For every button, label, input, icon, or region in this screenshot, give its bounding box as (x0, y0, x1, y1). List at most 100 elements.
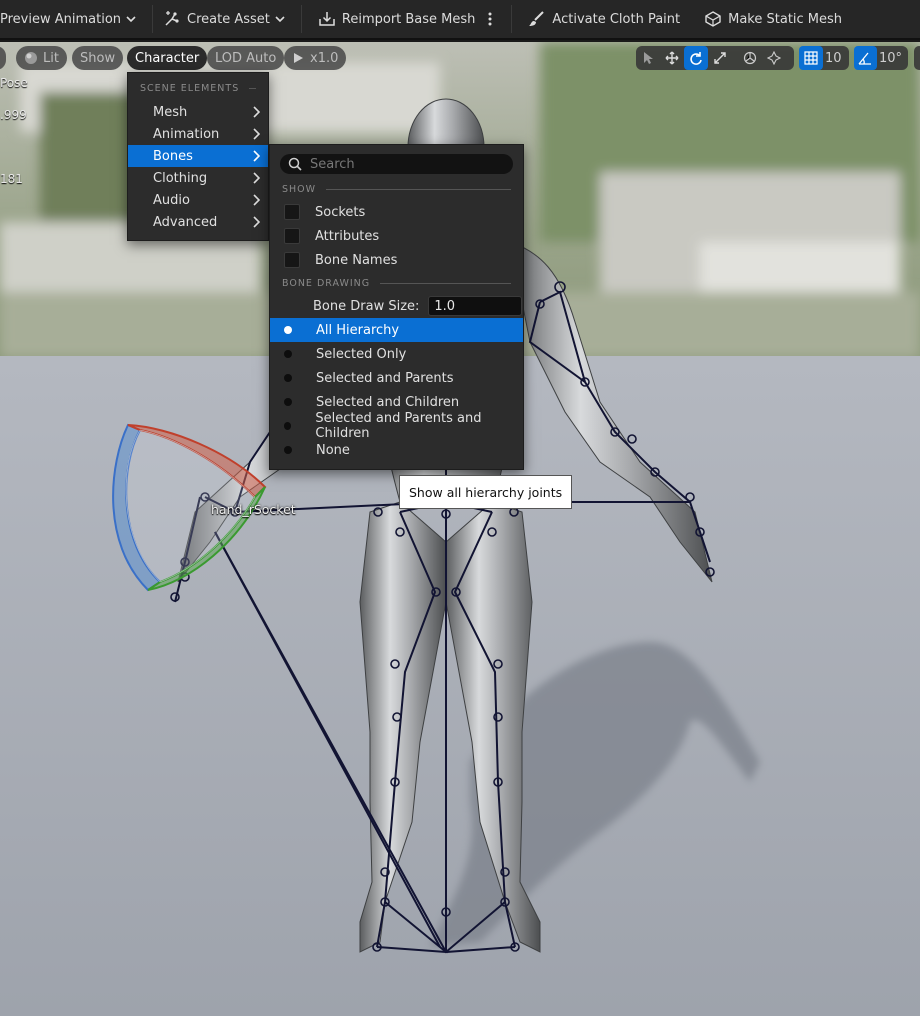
show-label: Show (80, 50, 116, 66)
option-label: Selected and Children (316, 394, 460, 410)
preview-animation-dropdown[interactable]: Preview Animation (0, 0, 152, 39)
scale-snap-control[interactable] (914, 46, 920, 70)
option-selected-only[interactable]: Selected Only (270, 342, 523, 366)
grid-snap-toggle[interactable] (799, 46, 823, 70)
chevron-right-icon (253, 150, 260, 162)
angle-snap-control[interactable]: 10° (854, 46, 908, 70)
show-header: SHOW (270, 180, 523, 198)
chevron-right-icon (253, 128, 260, 140)
snap-icon (767, 51, 781, 65)
menu-item-audio[interactable]: Audio (128, 189, 268, 211)
menu-item-advanced[interactable]: Advanced (128, 211, 268, 233)
bone-draw-size-input[interactable]: 1.0 (428, 296, 523, 316)
stat-pose: Pose (0, 76, 28, 90)
more-options-icon[interactable] (485, 11, 495, 27)
menu-item-animation[interactable]: Animation (128, 123, 268, 145)
show-header-label: SHOW (282, 183, 317, 195)
lod-button[interactable]: LOD Auto (207, 46, 285, 70)
socket-label: hand_rSocket (211, 502, 296, 517)
bone-names-checkbox[interactable] (284, 252, 300, 268)
character-menu: SCENE ELEMENTS Mesh Animation Bones Clot… (127, 72, 269, 241)
option-selected-parents-children[interactable]: Selected and Parents and Children (270, 411, 523, 441)
stat-value: .999 (0, 108, 27, 122)
header-divider (249, 87, 256, 89)
activate-cloth-paint-button[interactable]: Activate Cloth Paint (512, 0, 690, 39)
chevron-right-icon (253, 106, 260, 118)
show-button[interactable]: Show (72, 46, 124, 70)
grid-snap-control[interactable]: 10 (799, 46, 849, 70)
translate-mode-button[interactable] (660, 46, 684, 70)
stat-value: 181 (0, 172, 23, 186)
menu-item-label: Clothing (153, 170, 208, 186)
option-label: None (316, 442, 350, 458)
header-divider (380, 282, 511, 284)
bone-drawing-header-label: BONE DRAWING (282, 277, 371, 289)
cursor-icon (644, 52, 653, 64)
character-button[interactable]: Character (127, 46, 208, 70)
toolbar: Preview Animation Create Asset Reimport … (0, 0, 920, 40)
make-static-mesh-button[interactable]: Make Static Mesh (690, 0, 852, 39)
play-icon (294, 53, 303, 63)
chevron-right-icon (253, 172, 260, 184)
attributes-checkbox-item[interactable]: Attributes (270, 224, 523, 248)
grid-icon (804, 51, 818, 65)
lit-mode-button[interactable]: Lit (16, 46, 67, 70)
surface-snap-button[interactable] (762, 46, 786, 70)
menu-item-label: Advanced (153, 214, 218, 230)
reimport-icon (319, 12, 335, 26)
radio-dot (284, 326, 292, 334)
paint-brush-icon (529, 11, 545, 26)
create-asset-dropdown[interactable]: Create Asset (153, 0, 301, 39)
bone-draw-size-row: Bone Draw Size: 1.0 (270, 294, 523, 318)
radio-dot (284, 350, 292, 358)
search-input[interactable]: Search (280, 154, 513, 174)
chevron-right-icon (253, 194, 260, 206)
bone-draw-size-value: 1.0 (434, 298, 456, 314)
lod-label: LOD Auto (215, 50, 277, 66)
angle-snap-toggle[interactable] (854, 46, 877, 70)
select-mode-button[interactable] (636, 46, 660, 70)
sockets-checkbox[interactable] (284, 204, 300, 220)
chevron-down-icon (275, 16, 285, 23)
create-asset-icon (165, 11, 179, 26)
menu-item-clothing[interactable]: Clothing (128, 167, 268, 189)
menu-item-label: Audio (153, 192, 190, 208)
bone-names-checkbox-item[interactable]: Bone Names (270, 248, 523, 272)
reimport-label: Reimport Base Mesh (341, 11, 476, 27)
rotate-mode-button[interactable] (684, 46, 708, 70)
move-icon (665, 51, 679, 65)
bone-drawing-header: BONE DRAWING (270, 272, 523, 294)
local-space-button[interactable] (738, 46, 762, 70)
bone-draw-size-label: Bone Draw Size: (313, 298, 420, 314)
radio-dot (284, 422, 292, 430)
angle-icon (858, 52, 872, 65)
option-label: All Hierarchy (316, 322, 400, 338)
menu-item-label: Bones (153, 148, 193, 164)
chevron-right-icon (253, 216, 260, 228)
scale-mode-button[interactable] (708, 46, 732, 70)
playback-speed-button[interactable]: x1.0 (284, 46, 347, 70)
scale-icon (714, 52, 726, 64)
reimport-base-mesh-button[interactable]: Reimport Base Mesh (302, 0, 512, 39)
menu-item-label: Mesh (153, 104, 188, 120)
radio-dot (284, 398, 292, 406)
axis-icon (743, 51, 757, 65)
rotate-icon (690, 52, 702, 65)
search-icon (288, 157, 302, 171)
attributes-checkbox[interactable] (284, 228, 300, 244)
sockets-checkbox-item[interactable]: Sockets (270, 200, 523, 224)
option-label: Selected Only (316, 346, 407, 362)
search-placeholder: Search (310, 156, 355, 172)
menu-item-bones[interactable]: Bones (128, 145, 268, 167)
chevron-down-icon (126, 16, 136, 23)
checkbox-label: Bone Names (315, 252, 398, 268)
menu-item-mesh[interactable]: Mesh (128, 101, 268, 123)
option-all-hierarchy[interactable]: All Hierarchy (270, 318, 523, 342)
bones-submenu: Search SHOW Sockets Attributes Bone Name… (269, 144, 524, 470)
static-mesh-label: Make Static Mesh (728, 11, 843, 27)
radio-dot (284, 374, 292, 382)
scene-elements-header: SCENE ELEMENTS (128, 79, 268, 97)
option-selected-and-parents[interactable]: Selected and Parents (270, 366, 523, 390)
option-label: Selected and Parents and Children (315, 411, 482, 441)
option-none[interactable]: None (270, 438, 523, 462)
